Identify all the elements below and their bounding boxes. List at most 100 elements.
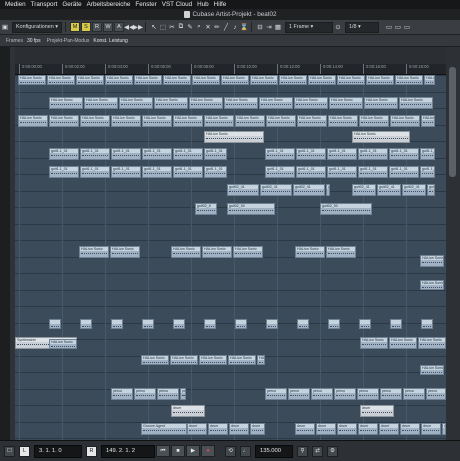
audio-event[interactable]: guit1.1_01 [358, 148, 388, 160]
audio-event[interactable]: HALion Sonic [192, 75, 220, 85]
menu-fenster[interactable]: Fenster [135, 1, 156, 8]
audio-event[interactable]: HALion Sonic [337, 75, 365, 85]
audio-event[interactable]: drum [250, 423, 265, 435]
audio-event[interactable] [297, 319, 309, 329]
audio-event[interactable]: HALion Sonic [141, 355, 169, 365]
audio-event[interactable]: HALion Sonic [119, 97, 153, 109]
audio-event[interactable]: HALion Sonic [279, 75, 307, 85]
audio-event[interactable]: HALion Sonic [420, 280, 444, 290]
audio-event[interactable]: guit1.1_01 [327, 166, 357, 178]
left-locator-display[interactable]: 3. 1. 1. 0 [34, 444, 82, 458]
audio-event[interactable]: HALion Sonic [295, 246, 325, 258]
split-tool-icon[interactable]: ✂ [168, 23, 176, 31]
record-button[interactable]: ● [201, 445, 215, 457]
audio-event[interactable]: guit1.1_01 [80, 148, 110, 160]
auto-scroll-icon[interactable]: ⇥ [265, 23, 273, 31]
audio-event[interactable]: HALion Sonic [418, 337, 446, 349]
mixer-icon[interactable]: ▭ [403, 23, 411, 31]
audio-event[interactable]: guit02_41 [352, 184, 376, 196]
vertical-scrollbar[interactable] [446, 47, 460, 440]
audio-event[interactable]: guit1.1_01 [265, 166, 295, 178]
audio-event[interactable]: HALion Sonic [326, 246, 356, 258]
audio-event[interactable]: perco [134, 388, 156, 400]
audio-event[interactable]: HALion Sonic [154, 97, 188, 109]
audio-event[interactable] [266, 319, 278, 329]
menu-transport[interactable]: Transport [31, 1, 58, 8]
audio-event[interactable]: HALion Sonic [18, 115, 48, 127]
audio-event[interactable]: HALion Sonic [105, 75, 133, 85]
mute-tool-icon[interactable]: ✕ [204, 23, 212, 31]
audio-event[interactable]: perco [180, 388, 186, 400]
audio-event[interactable]: HALion Sonic [250, 75, 278, 85]
audio-event[interactable]: drum [229, 423, 249, 435]
range-tool-icon[interactable]: ⬚ [159, 23, 167, 31]
audio-event[interactable]: guit02_50 [320, 203, 372, 215]
audio-event[interactable]: perco [311, 388, 333, 400]
snap-icon[interactable]: ⊟ [256, 23, 264, 31]
zoom-tool-icon[interactable]: ⌕ [195, 23, 203, 31]
quantize-dropdown[interactable]: 1/8 ▾ [344, 21, 379, 33]
draw-tool-icon[interactable]: ✏ [213, 23, 221, 31]
audio-event[interactable]: guit1.1_01 [204, 166, 227, 178]
audio-event[interactable]: HALion Sonic [420, 255, 444, 267]
audio-event[interactable]: HALion Sonic [49, 97, 83, 109]
audio-event[interactable]: HALion Sonic [110, 246, 140, 258]
audio-event[interactable]: perco [265, 388, 287, 400]
audio-event[interactable]: HALion Sonic [76, 75, 104, 85]
audio-event[interactable] [390, 319, 402, 329]
read-button[interactable]: R [91, 22, 102, 32]
cycle-icon[interactable]: ⟲ [225, 445, 236, 457]
audio-event[interactable]: Groove Agent [141, 423, 187, 435]
right-locator-icon[interactable]: R [86, 445, 97, 457]
audio-event[interactable]: HALion Sonic [228, 355, 256, 365]
audio-event[interactable]: HALion Sonic [163, 75, 191, 85]
audio-event[interactable]: guit1.1_01 [358, 166, 388, 178]
left-locator-icon[interactable]: L [19, 445, 30, 457]
audio-event[interactable]: HALion Sonic [259, 97, 293, 109]
audio-event[interactable]: drum [316, 423, 336, 435]
audio-event[interactable] [421, 319, 433, 329]
tempo-display[interactable]: 135.000 [255, 444, 293, 458]
audio-event[interactable]: HALion Sonic [170, 355, 198, 365]
audio-event[interactable] [173, 319, 185, 329]
window-layout-icon[interactable]: ▭ [385, 23, 393, 31]
menu-hub[interactable]: Hub [197, 1, 209, 8]
audio-event[interactable]: guit1.1_01 [49, 148, 79, 160]
audio-event[interactable]: drum [337, 423, 357, 435]
audio-event[interactable]: guit1.1_01 [142, 166, 172, 178]
audio-event[interactable] [111, 319, 123, 329]
audio-event[interactable] [204, 319, 216, 329]
audio-event[interactable]: HALion Sonic [352, 131, 410, 143]
frame-rate-value[interactable]: 30 fps [27, 38, 41, 44]
quantize-icon[interactable]: ⊙ [334, 23, 342, 31]
stop-button[interactable]: ■ [171, 445, 185, 457]
pan-mode-value[interactable]: Konst. Leistung [93, 38, 127, 44]
nudge-dropdown[interactable]: 1 Frame ▾ [284, 21, 333, 33]
time-warp-icon[interactable]: ⌛ [240, 23, 248, 31]
audio-event[interactable]: guit1.1_01 [142, 148, 172, 160]
audio-event[interactable]: HALion Sonic [80, 115, 110, 127]
audio-event[interactable]: guit02_41 [377, 184, 401, 196]
inspector-toggle-icon[interactable]: ▣ [1, 23, 9, 31]
audio-event[interactable]: drum [421, 423, 441, 435]
audio-event[interactable]: drum [379, 423, 399, 435]
audio-event[interactable]: perco [157, 388, 179, 400]
audio-event[interactable]: HALion Sonic [308, 75, 336, 85]
audio-event[interactable]: HALion Sonic [204, 131, 264, 143]
settings-icon[interactable]: ⚙ [327, 445, 338, 457]
audio-event[interactable]: guit02_41 [427, 184, 435, 196]
timeline-ruler[interactable]: 0:00:00:00 0:00:02:00 0:00:04:00 0:00:06:00… [15, 64, 446, 75]
metronome-icon[interactable]: ⚲ [297, 445, 308, 457]
arrangement-area[interactable]: HALion Sonic HALion Sonic HALion Sonic HALi… [15, 75, 446, 440]
audio-event[interactable]: HALion Sonic [224, 97, 258, 109]
pointer-tool-icon[interactable]: ↖ [150, 23, 158, 31]
media-bay-icon[interactable]: ▭ [394, 23, 402, 31]
menu-arbeitsbereiche[interactable]: Arbeitsbereiche [87, 1, 131, 8]
menu-hilfe[interactable]: Hilfe [214, 1, 227, 8]
play-button[interactable]: ▶ [186, 445, 200, 457]
glue-tool-icon[interactable]: ⧉ [177, 23, 185, 31]
menu-vst-cloud[interactable]: VST Cloud [162, 1, 192, 8]
solo-button[interactable]: S [80, 22, 91, 32]
right-locator-display[interactable]: 149. 2. 1. 2 [101, 444, 155, 458]
audio-event[interactable] [49, 319, 61, 329]
